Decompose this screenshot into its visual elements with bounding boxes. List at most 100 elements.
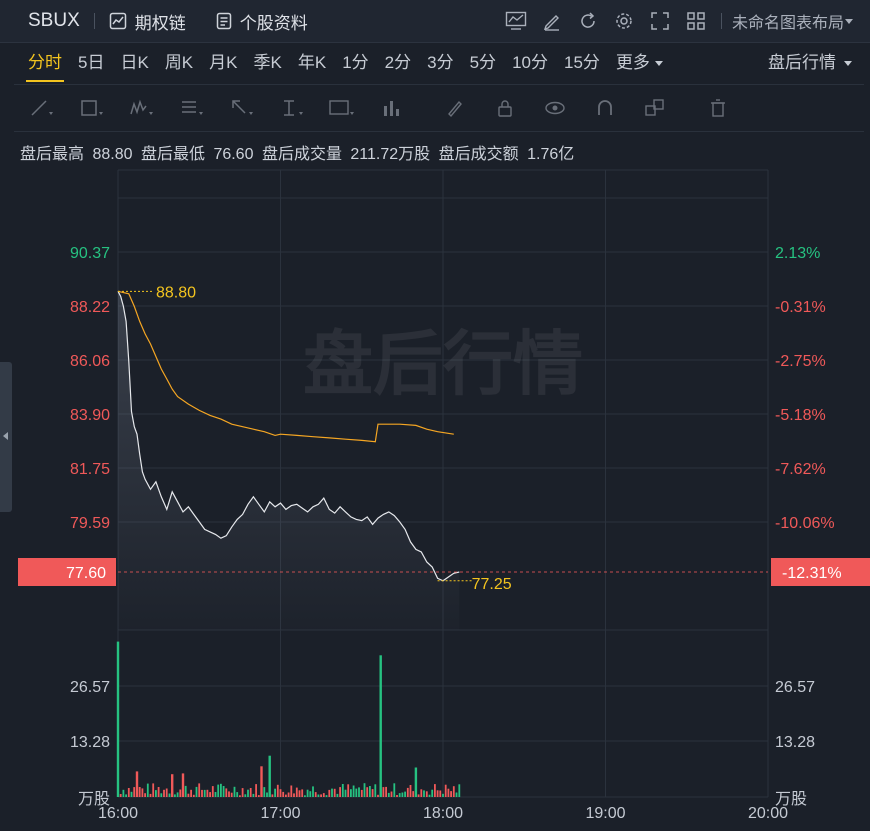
volume-bar	[328, 789, 331, 797]
volume-bar	[366, 787, 369, 797]
volume-bar	[325, 795, 328, 797]
volume-bar	[314, 792, 317, 797]
volume-bar	[425, 791, 428, 797]
price-tick-label: 88.22	[70, 299, 110, 316]
volume-bar	[214, 792, 217, 797]
volume-bar	[247, 789, 249, 797]
volume-tick-label: 13.28	[70, 734, 110, 751]
volume-bar	[428, 794, 431, 797]
volume-bar	[146, 783, 149, 797]
volume-bar	[184, 785, 187, 797]
volume-bar	[125, 794, 127, 797]
volume-bar	[141, 788, 144, 797]
volume-bar	[160, 793, 163, 797]
volume-bar	[263, 787, 266, 797]
volume-unit-label-right: 万股	[775, 790, 807, 808]
volume-bar	[447, 788, 450, 797]
volume-bar	[312, 786, 314, 797]
volume-bar	[241, 788, 244, 797]
price-tick-label: 86.06	[70, 353, 110, 370]
percent-tick-label: -5.18%	[775, 407, 826, 424]
volume-bar	[211, 786, 214, 797]
volume-bar	[244, 794, 247, 797]
volume-bar	[152, 783, 155, 797]
percent-tick-label: -10.06%	[775, 515, 835, 532]
volume-bar	[282, 791, 285, 797]
volume-bar	[398, 793, 401, 797]
price-tick-label: 90.37	[70, 245, 110, 262]
volume-bar	[209, 792, 211, 797]
volume-bar	[412, 791, 415, 797]
volume-bar	[157, 787, 160, 797]
volume-bar	[255, 784, 257, 797]
volume-bar	[220, 783, 222, 797]
volume-bar	[322, 793, 325, 797]
volume-bar	[127, 788, 130, 797]
volume-bar	[236, 792, 239, 797]
volume-bar	[339, 787, 341, 797]
volume-bar	[198, 783, 201, 797]
volume-tick-label-right: 13.28	[775, 734, 815, 751]
volume-bar	[285, 794, 287, 797]
chart-grid	[117, 169, 769, 798]
volume-spike-bar	[268, 755, 271, 797]
volume-bar	[271, 794, 274, 797]
volume-bar	[396, 795, 398, 797]
time-tick-label: 18:00	[423, 805, 463, 822]
volume-bar	[266, 792, 268, 797]
volume-bar	[374, 784, 377, 797]
percent-tick-label: -0.31%	[775, 299, 826, 316]
volume-bar	[133, 787, 136, 797]
volume-bar	[201, 789, 203, 797]
volume-spike-bar	[171, 774, 174, 797]
volume-bar	[176, 792, 179, 797]
volume-bar	[452, 786, 455, 797]
volume-bar	[387, 792, 390, 797]
volume-bar	[423, 790, 425, 797]
volume-bar	[369, 786, 371, 797]
volume-bar	[336, 793, 339, 797]
volume-bar	[130, 791, 133, 797]
volume-bar	[382, 787, 385, 797]
volume-bar	[276, 784, 279, 797]
volume-bar	[309, 791, 312, 797]
volume-bar	[304, 795, 306, 797]
volume-bar	[333, 788, 336, 797]
volume-bar	[442, 793, 444, 797]
time-tick-label: 17:00	[260, 805, 300, 822]
volume-bar	[155, 790, 157, 797]
volume-bar	[192, 794, 195, 797]
intraday-chart: 盘后行情 88.80 77.25 90.37 88.22 86.06 83.90 81.7…	[18, 169, 870, 822]
volume-bar	[434, 784, 436, 797]
volume-bar	[350, 789, 352, 797]
volume-spike-bar	[260, 766, 263, 797]
volume-bar	[320, 794, 322, 797]
volume-bar	[295, 787, 298, 797]
volume-bar	[187, 793, 190, 797]
volume-bar	[230, 792, 233, 797]
volume-bar	[168, 793, 171, 797]
volume-bar	[179, 789, 182, 797]
volume-bar	[401, 792, 404, 797]
last-price-label: 77.60	[66, 565, 106, 582]
volume-bar	[228, 791, 230, 797]
volume-bar	[341, 784, 344, 797]
volume-bar	[163, 789, 165, 797]
volume-spike-bar	[116, 641, 120, 797]
volume-bar	[360, 789, 363, 797]
volume-bar	[431, 789, 434, 797]
volume-bar	[385, 786, 387, 797]
volume-bar	[436, 790, 439, 797]
high-marker-label: 88.80	[156, 284, 196, 301]
volume-bar	[122, 789, 125, 797]
price-tick-label: 79.59	[70, 515, 110, 532]
price-tick-label: 83.90	[70, 407, 110, 424]
low-marker-label: 77.25	[472, 576, 512, 593]
volume-bar	[352, 785, 355, 797]
volume-tick-label-right: 26.57	[775, 679, 815, 696]
volume-bar	[455, 792, 458, 797]
volume-bar	[377, 794, 379, 797]
volume-bar	[293, 793, 295, 797]
volume-bar	[458, 784, 461, 797]
volume-bar	[217, 784, 220, 797]
